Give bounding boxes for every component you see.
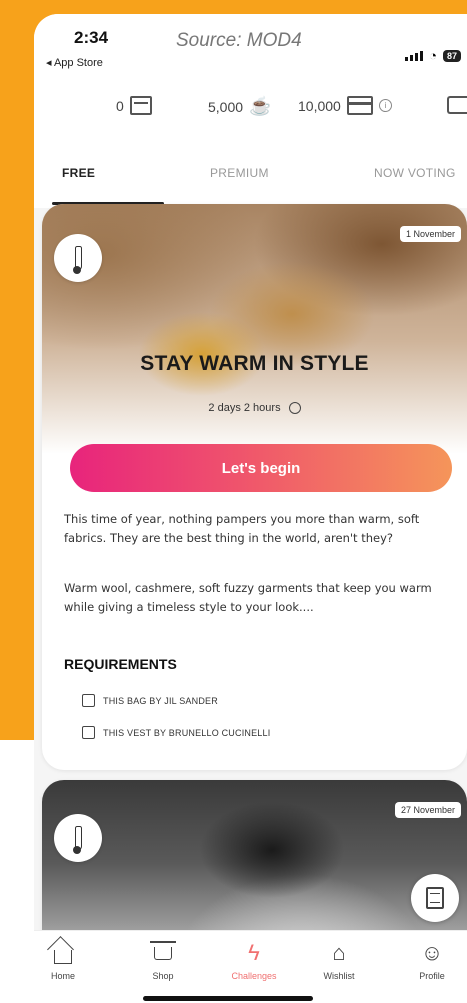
tab-premium[interactable]: PREMIUM xyxy=(210,166,269,180)
card-icon xyxy=(346,96,373,115)
home-icon xyxy=(54,950,72,964)
nav-shop[interactable]: Shop xyxy=(128,939,198,981)
document-icon xyxy=(426,887,444,909)
wallet-icon[interactable] xyxy=(447,96,467,114)
status-bar: 2:34 ◂ App Store Source: MOD4 ◔ 87 xyxy=(34,14,467,76)
challenge-duration: 2 days 2 hours xyxy=(42,402,467,414)
nav-wishlist[interactable]: ⌂ Wishlist xyxy=(304,939,374,981)
requirements-heading: REQUIREMENTS xyxy=(64,656,177,672)
lets-begin-button[interactable]: Let's begin xyxy=(70,444,452,492)
document-fab-button[interactable] xyxy=(411,874,459,922)
requirement-label: THIS BAG BY JIL SANDER xyxy=(103,695,218,706)
requirement-item[interactable]: THIS BAG BY JIL SANDER xyxy=(82,694,218,707)
nav-shop-label: Shop xyxy=(152,971,174,981)
source-label: Source: MOD4 xyxy=(176,30,302,51)
boxes-count: 0 xyxy=(116,97,124,114)
lightning-icon: ϟ xyxy=(248,940,260,965)
challenge-tabs: FREE PREMIUM NOW VOTING xyxy=(34,138,467,208)
profile-icon: ☺ xyxy=(420,940,444,965)
nav-challenges[interactable]: ϟ Challenges xyxy=(219,939,289,981)
currency-bar: 0 5,000 ☕ 10,000 i xyxy=(34,76,467,138)
alarm-clock-icon xyxy=(288,402,301,414)
challenge-description-1: This time of year, nothing pampers you m… xyxy=(64,512,420,545)
hanger-icon: ⌂ xyxy=(332,940,346,965)
requirement-checkbox[interactable] xyxy=(82,694,95,707)
bottom-navigation: Home Shop ϟ Challenges ⌂ Wishlist ☺ Prof… xyxy=(34,930,467,1003)
back-to-app-store-link[interactable]: ◂ App Store xyxy=(46,56,103,69)
challenge-card[interactable]: 1 November STAY WARM IN STYLE 2 days 2 h… xyxy=(42,204,467,770)
thermometer-icon xyxy=(72,246,82,274)
thermometer-badge xyxy=(54,814,102,862)
cards-count: 10,000 xyxy=(298,97,341,114)
box-icon xyxy=(129,96,152,115)
status-time: 2:34 xyxy=(74,28,109,47)
nav-home-label: Home xyxy=(50,971,75,981)
trophy-icon: ☕ xyxy=(249,96,272,116)
challenge-title: STAY WARM IN STYLE xyxy=(140,352,369,375)
cards-balance[interactable]: 10,000 i xyxy=(298,96,392,115)
nav-profile[interactable]: ☺ Profile xyxy=(397,939,467,981)
requirement-label: THIS VEST BY BRUNELLO CUCINELLI xyxy=(103,727,271,738)
trophies-balance[interactable]: 5,000 ☕ xyxy=(208,96,271,117)
requirement-checkbox[interactable] xyxy=(82,726,95,739)
status-icons: ◔ 87 xyxy=(405,48,461,63)
nav-wishlist-label: Wishlist xyxy=(323,971,355,981)
phone-screen: 2:34 ◂ App Store Source: MOD4 ◔ 87 0 5,0… xyxy=(34,14,467,1003)
tab-free[interactable]: FREE xyxy=(62,166,95,180)
challenge-date-badge: 27 November xyxy=(394,802,461,818)
challenge-description-2: Warm wool, cashmere, soft fuzzy garments… xyxy=(64,581,432,614)
tab-now-voting[interactable]: NOW VOTING xyxy=(374,166,456,180)
nav-profile-label: Profile xyxy=(419,971,445,981)
thermometer-icon xyxy=(72,826,82,854)
thermometer-badge xyxy=(54,234,102,282)
nav-home[interactable]: Home xyxy=(34,939,98,981)
signal-icon xyxy=(405,50,424,61)
info-icon[interactable]: i xyxy=(378,99,392,112)
home-indicator[interactable] xyxy=(143,996,313,1001)
nav-challenges-label: Challenges xyxy=(231,971,277,981)
cart-icon xyxy=(150,940,176,960)
wifi-icon: ◔ xyxy=(429,48,437,63)
challenge-date-badge: 1 November xyxy=(399,226,461,242)
boxes-balance[interactable]: 0 xyxy=(116,96,152,115)
duration-text: 2 days 2 hours xyxy=(208,402,281,414)
battery-icon: 87 xyxy=(442,49,461,62)
trophies-count: 5,000 xyxy=(208,98,244,115)
requirement-item[interactable]: THIS VEST BY BRUNELLO CUCINELLI xyxy=(82,726,270,739)
